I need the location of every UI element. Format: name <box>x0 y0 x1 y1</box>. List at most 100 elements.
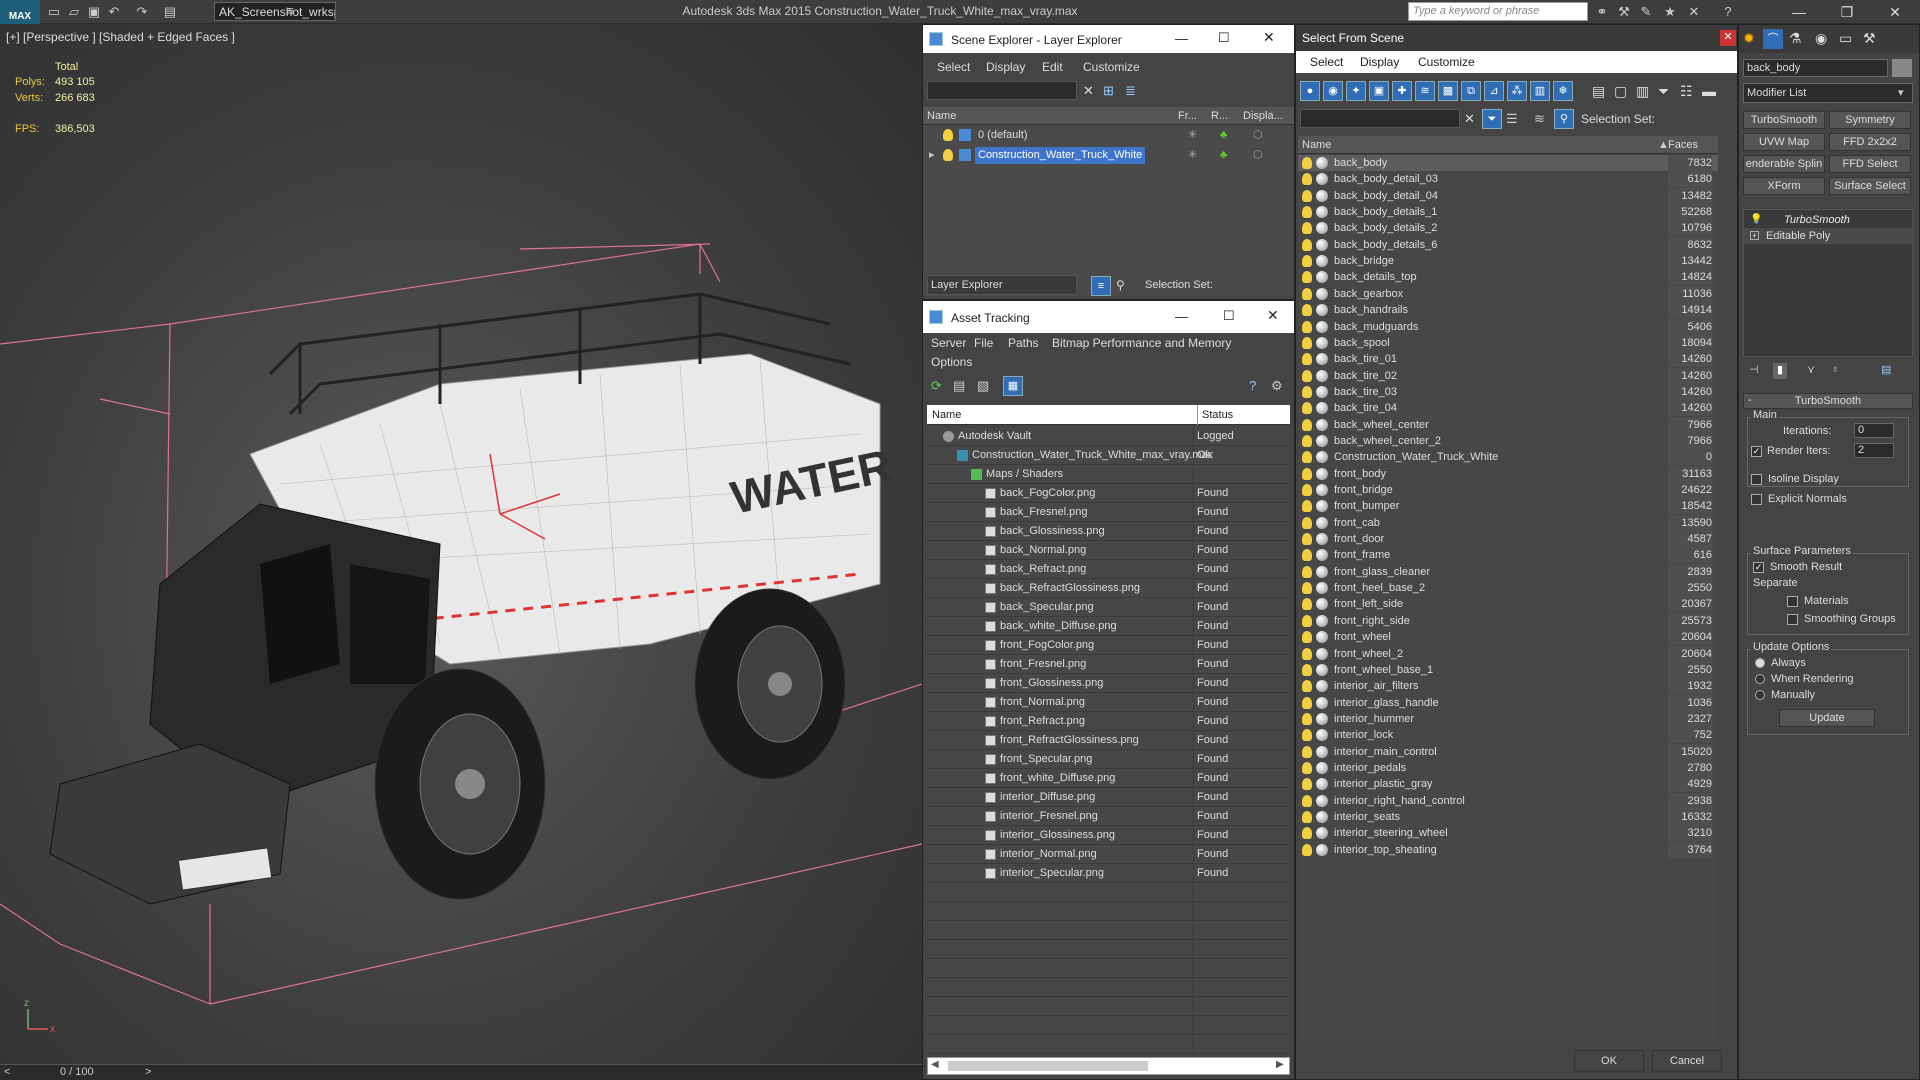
object-row[interactable]: back_tire_01 14260 <box>1298 351 1718 368</box>
object-row[interactable]: front_cab 13590 <box>1298 514 1718 531</box>
communication-icon[interactable]: ✎ <box>1638 4 1654 20</box>
light-bulb-icon[interactable] <box>1302 434 1312 447</box>
object-row[interactable]: back_tire_03 14260 <box>1298 383 1718 400</box>
workspace-dropdown[interactable]: AK_Screenshot_wrksp <box>214 2 336 21</box>
object-search-input[interactable] <box>1300 109 1460 128</box>
object-row[interactable]: back_body_detail_03 6180 <box>1298 171 1718 188</box>
object-row[interactable]: interior_seats 16332 <box>1298 809 1718 825</box>
object-row[interactable]: front_body 31163 <box>1298 465 1718 482</box>
light-bulb-icon[interactable] <box>1302 794 1312 807</box>
dropdown-arrow-icon[interactable]: ▾ <box>1898 84 1904 102</box>
binoculars-icon[interactable]: ⚭ <box>1594 4 1610 20</box>
materials-checkbox[interactable]: Materials <box>1787 595 1849 607</box>
hierarchy-icon[interactable]: ⚲ <box>1554 109 1574 129</box>
asset-row[interactable]: front_Fresnel.png Found <box>927 655 1290 674</box>
light-bulb-icon[interactable] <box>943 129 953 141</box>
turbosmooth-button[interactable]: TurboSmooth <box>1743 111 1825 129</box>
lightbulb-icon[interactable]: 💡 <box>1750 212 1762 228</box>
help-icon[interactable]: ? <box>1720 4 1736 20</box>
render-iters-spinner[interactable]: 2 <box>1854 443 1894 458</box>
asset-row[interactable]: back_white_Diffuse.png Found <box>927 617 1290 636</box>
asset-row[interactable]: front_Glossiness.png Found <box>927 674 1290 693</box>
col-display[interactable]: Displa... <box>1243 107 1283 125</box>
make-unique-icon[interactable]: ⋎ <box>1807 363 1815 376</box>
cameras-filter-icon[interactable]: ▣ <box>1369 81 1389 101</box>
asset-row[interactable]: Maps / Shaders <box>927 465 1290 484</box>
light-bulb-icon[interactable] <box>1302 680 1312 693</box>
object-row[interactable]: interior_right_hand_control 2938 <box>1298 792 1718 809</box>
asset-row[interactable]: front_Refract.png Found <box>927 712 1290 731</box>
minimize-button[interactable]: — <box>1784 2 1814 22</box>
clear-search-icon[interactable]: ✕ <box>1464 111 1475 127</box>
truck-model-render[interactable]: WATER z x <box>0 24 922 1064</box>
menu-customize[interactable]: Customize <box>1418 55 1475 69</box>
col-status[interactable]: Status <box>1202 405 1233 425</box>
close-x-icon[interactable]: ✕ <box>1686 4 1702 20</box>
object-row[interactable]: back_handrails 14914 <box>1298 302 1718 319</box>
col-name[interactable]: Name <box>927 107 956 125</box>
light-bulb-icon[interactable] <box>1302 565 1312 578</box>
light-bulb-icon[interactable] <box>1302 467 1312 480</box>
minimize-button[interactable]: — <box>1175 309 1188 324</box>
manually-radio[interactable]: Manually <box>1755 689 1815 701</box>
col-name[interactable]: Name <box>1302 136 1331 154</box>
menu-file[interactable]: File <box>974 336 993 350</box>
open-folder-icon[interactable]: ▱ <box>66 4 82 20</box>
object-row[interactable]: interior_air_filters 1932 <box>1298 678 1718 695</box>
find-filter-icon[interactable]: ⏷ <box>1482 109 1502 129</box>
maximize-button[interactable]: ☐ <box>1223 308 1235 324</box>
asset-row-empty[interactable] <box>927 959 1290 978</box>
light-bulb-icon[interactable] <box>1302 222 1312 235</box>
expand-arrow-icon[interactable]: ▸ <box>929 146 935 165</box>
ffd-2x2x2-button[interactable]: FFD 2x2x2 <box>1829 133 1911 151</box>
geometry-filter-icon[interactable]: ● <box>1300 81 1320 101</box>
subscription-icon[interactable]: ⚒ <box>1616 4 1632 20</box>
undo-icon[interactable]: ↶ <box>106 4 122 20</box>
favorites-icon[interactable]: ★ <box>1662 4 1678 20</box>
symmetry-button[interactable]: Symmetry <box>1829 111 1911 129</box>
light-bulb-icon[interactable] <box>1302 631 1312 644</box>
light-bulb-icon[interactable] <box>1302 582 1312 595</box>
display-tab-icon[interactable]: ▭ <box>1839 30 1852 47</box>
asset-tracking-titlebar[interactable]: Asset Tracking — ☐ ✕ <box>923 301 1294 333</box>
settings-icon[interactable]: ⚙ <box>1271 378 1283 394</box>
close-button[interactable]: ✕ <box>1263 29 1275 46</box>
light-bulb-icon[interactable] <box>1302 745 1312 758</box>
asset-row[interactable]: back_RefractGlossiness.png Found <box>927 579 1290 598</box>
object-row[interactable]: front_wheel_base_1 2550 <box>1298 661 1718 678</box>
asset-row[interactable]: back_Refract.png Found <box>927 560 1290 579</box>
render-teapot-icon[interactable]: ♣ <box>1220 146 1227 165</box>
menu-select[interactable]: Select <box>937 60 970 74</box>
close-button[interactable]: ✕ <box>1267 307 1279 324</box>
light-bulb-icon[interactable] <box>1302 402 1312 415</box>
menu-customize[interactable]: Customize <box>1083 60 1140 74</box>
display-all-icon[interactable]: ▤ <box>1592 83 1605 100</box>
light-bulb-icon[interactable] <box>1302 647 1312 660</box>
shapes-filter-icon[interactable]: ◉ <box>1323 81 1343 101</box>
light-bulb-icon[interactable] <box>1302 761 1312 774</box>
filter-icon[interactable]: ⊞ <box>1103 83 1114 99</box>
object-row[interactable]: back_spool 18094 <box>1298 334 1718 351</box>
light-bulb-icon[interactable] <box>1302 255 1312 268</box>
light-bulb-icon[interactable] <box>1302 173 1312 186</box>
always-radio[interactable]: Always <box>1755 657 1806 669</box>
light-bulb-icon[interactable] <box>1302 516 1312 529</box>
layer-row[interactable]: 0 (default) ✳ ♣ ⬡ <box>923 126 1294 145</box>
scroll-thumb[interactable] <box>948 1061 1148 1071</box>
object-row[interactable]: front_wheel 20604 <box>1298 629 1718 646</box>
light-bulb-icon[interactable] <box>1302 353 1312 366</box>
close-button[interactable]: ✕ <box>1880 2 1910 22</box>
isoline-display-checkbox[interactable]: Isoline Display <box>1751 473 1839 485</box>
asset-row[interactable]: interior_Specular.png Found <box>927 864 1290 883</box>
object-row[interactable]: interior_glass_handle 1036 <box>1298 694 1718 711</box>
restore-button[interactable]: ❐ <box>1832 2 1862 22</box>
refresh-icon[interactable]: ⟳ <box>931 378 942 394</box>
turbosmooth-rollout-header[interactable]: - TurboSmooth <box>1743 393 1913 409</box>
asset-row[interactable]: front_Specular.png Found <box>927 750 1290 769</box>
search-input[interactable]: Type a keyword or phrase <box>1408 2 1588 21</box>
asset-row[interactable]: interior_Glossiness.png Found <box>927 826 1290 845</box>
asset-row[interactable]: back_Fresnel.png Found <box>927 503 1290 522</box>
object-name-field[interactable]: back_body <box>1743 59 1888 77</box>
asset-row[interactable]: back_Glossiness.png Found <box>927 522 1290 541</box>
col-frozen[interactable]: Fr... <box>1178 107 1197 125</box>
